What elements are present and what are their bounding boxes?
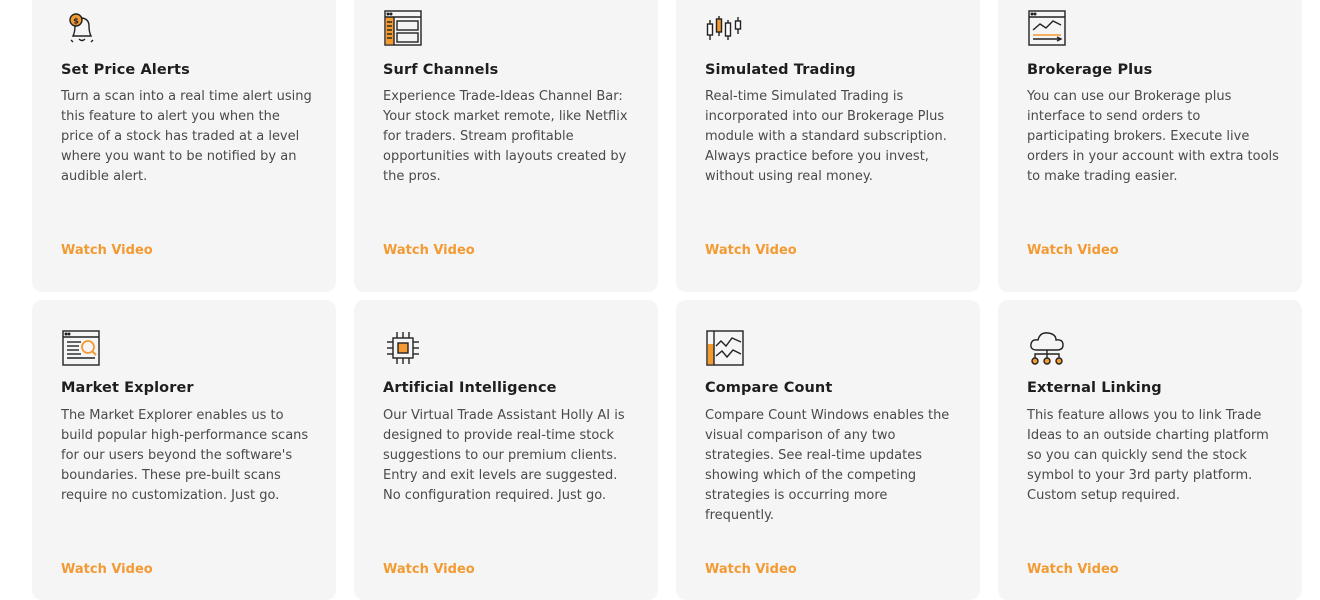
compare-chart-icon — [705, 328, 745, 368]
channel-bar-icon — [383, 8, 423, 48]
feature-title: Brokerage Plus — [1027, 62, 1153, 78]
candlestick-icon — [705, 8, 745, 48]
cloud-network-icon — [1027, 328, 1067, 368]
watch-video-link[interactable]: Watch Video — [383, 562, 475, 577]
watch-video-link[interactable]: Watch Video — [705, 243, 797, 258]
feature-title: External Linking — [1027, 380, 1162, 396]
feature-card-brokerage-plus: Brokerage Plus You can use our Brokerage… — [998, 0, 1302, 292]
feature-title: Compare Count — [705, 380, 833, 396]
features-grid: $ Set Price Alerts Turn a scan into a re… — [32, 0, 1302, 600]
feature-title: Market Explorer — [61, 380, 194, 396]
feature-description: Compare Count Windows enables the visual… — [705, 408, 950, 523]
feature-description: Our Virtual Trade Assistant Holly AI is … — [383, 408, 625, 503]
feature-description: This feature allows you to link Trade Id… — [1027, 408, 1269, 503]
feature-title: Surf Channels — [383, 62, 499, 78]
feature-title: Set Price Alerts — [61, 62, 190, 78]
watch-video-link[interactable]: Watch Video — [383, 243, 475, 258]
feature-card-surf-channels: Surf Channels Experience Trade-Ideas Cha… — [354, 0, 658, 292]
chip-icon — [383, 328, 423, 368]
watch-video-link[interactable]: Watch Video — [705, 562, 797, 577]
feature-card-price-alerts: $ Set Price Alerts Turn a scan into a re… — [32, 0, 336, 292]
bell-dollar-icon: $ — [61, 8, 101, 48]
feature-description: The Market Explorer enables us to build … — [61, 408, 309, 503]
feature-description: Experience Trade-Ideas Channel Bar: Your… — [383, 89, 628, 184]
feature-card-external-linking: External Linking This feature allows you… — [998, 300, 1302, 600]
watch-video-link[interactable]: Watch Video — [61, 562, 153, 577]
market-explorer-icon — [61, 328, 101, 368]
watch-video-link[interactable]: Watch Video — [1027, 562, 1119, 577]
feature-card-compare-count: Compare Count Compare Count Windows enab… — [676, 300, 980, 600]
feature-description: Real-time Simulated Trading is incorpora… — [705, 89, 947, 184]
feature-title: Simulated Trading — [705, 62, 856, 78]
watch-video-link[interactable]: Watch Video — [61, 243, 153, 258]
feature-card-artificial-intelligence: Artificial Intelligence Our Virtual Trad… — [354, 300, 658, 600]
feature-description: Turn a scan into a real time alert using… — [61, 89, 312, 184]
svg-text:$: $ — [73, 17, 79, 26]
brokerage-chart-icon — [1027, 8, 1067, 48]
watch-video-link[interactable]: Watch Video — [1027, 243, 1119, 258]
feature-description: You can use our Brokerage plus interface… — [1027, 89, 1279, 184]
feature-card-market-explorer: Market Explorer The Market Explorer enab… — [32, 300, 336, 600]
feature-title: Artificial Intelligence — [383, 380, 557, 396]
feature-card-simulated-trading: Simulated Trading Real-time Simulated Tr… — [676, 0, 980, 292]
